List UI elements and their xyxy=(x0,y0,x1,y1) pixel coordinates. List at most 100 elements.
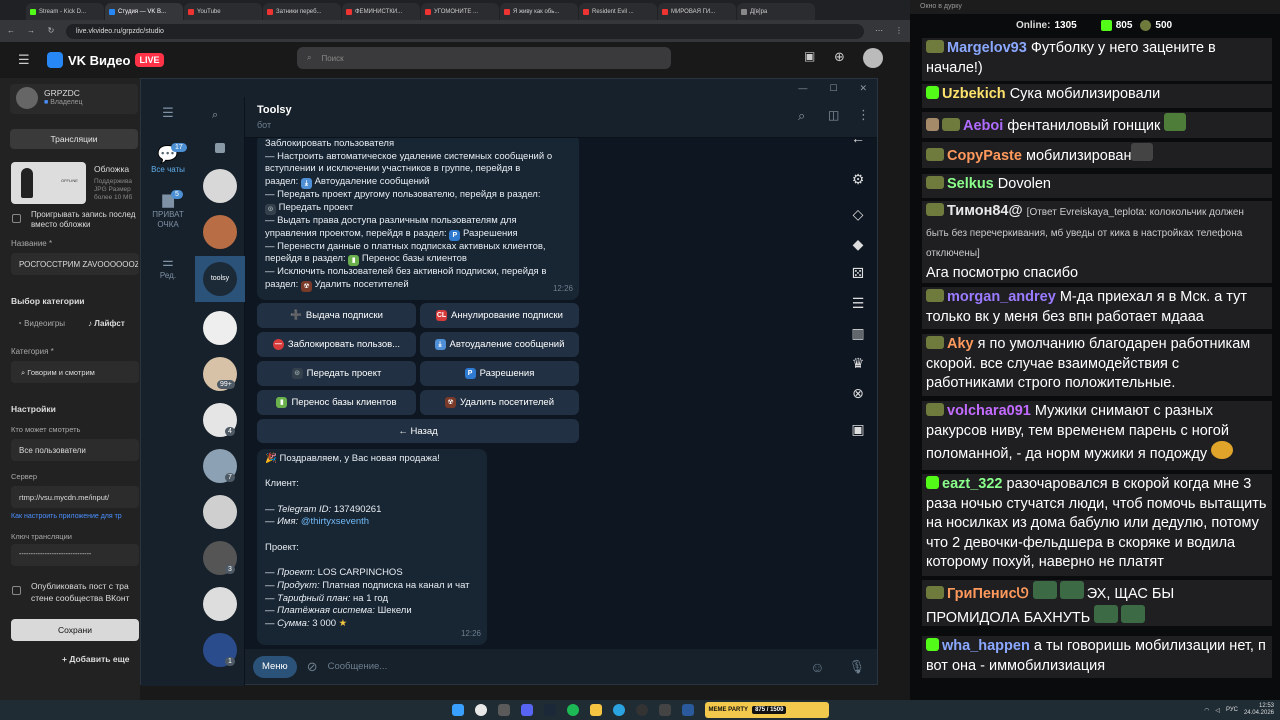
gear-icon[interactable]: ⚙ xyxy=(846,167,870,191)
browser-tab[interactable]: YouTube xyxy=(184,3,262,20)
address-bar[interactable]: live.vkvideo.ru/grpzdc/studio xyxy=(66,23,864,39)
bot-menu-button[interactable]: Меню xyxy=(253,655,297,678)
hamburger-menu-icon[interactable]: ☰ xyxy=(141,105,195,121)
steam-icon[interactable] xyxy=(543,704,556,716)
chat-username[interactable]: Aky xyxy=(947,336,974,352)
chat-avatar[interactable] xyxy=(203,169,237,203)
close-circle-icon[interactable]: ⊗ xyxy=(846,381,870,405)
trophy-icon[interactable]: ♛ xyxy=(846,351,870,375)
chat-username[interactable]: CopyPaste xyxy=(947,148,1022,164)
telegram-icon[interactable] xyxy=(612,704,625,716)
more-icon[interactable]: ⋮ xyxy=(857,107,870,123)
browser-tab[interactable]: Stream - Kick D... xyxy=(26,3,104,20)
browser-menu-icon[interactable]: ⋮ xyxy=(894,26,904,36)
gem-icon[interactable]: ◆ xyxy=(846,232,870,256)
replay-checkbox[interactable] xyxy=(12,214,21,223)
autodelete-button[interactable]: ⤓ Автоудаление сообщений xyxy=(420,332,579,357)
wifi-icon[interactable]: ◠ xyxy=(1204,707,1209,714)
chat-username[interactable]: wha_happen xyxy=(942,638,1030,654)
archive-icon[interactable] xyxy=(215,143,225,153)
maximize-icon[interactable]: ☐ xyxy=(829,83,837,94)
chat-username[interactable]: volchara091 xyxy=(947,403,1031,419)
bar-chart-icon[interactable]: ▥ xyxy=(846,321,870,345)
browser-tab[interactable]: Resident Evil ... xyxy=(579,3,657,20)
browser-tab[interactable]: МИРОВАЯ ГИ... xyxy=(658,3,736,20)
issue-subscription-button[interactable]: ➕ Выдача подписки xyxy=(257,303,416,328)
chat-avatar[interactable] xyxy=(203,495,237,529)
minimize-icon[interactable]: — xyxy=(798,83,807,93)
folder-edit[interactable]: ⚌ Ред. xyxy=(141,253,195,280)
dice-icon[interactable]: ⚄ xyxy=(846,261,870,285)
back-button[interactable]: ← Назад xyxy=(257,419,579,443)
reload-icon[interactable]: ↻ xyxy=(46,26,56,36)
remove-visitors-button[interactable]: ☢ Удалить посетителей xyxy=(420,390,579,415)
emoji-icon[interactable]: ☺ xyxy=(810,659,824,675)
migrate-clients-button[interactable]: ▮ Перенос базы клиентов xyxy=(257,390,416,415)
meme-party-widget[interactable]: MEME PARTY 875 / 1500 xyxy=(704,702,829,718)
vk-search-input[interactable]: ⌕ Поиск xyxy=(297,47,671,69)
chat-username[interactable]: Selkus xyxy=(947,176,994,192)
chat-title[interactable]: Toolsy xyxy=(257,104,292,116)
app-icon[interactable] xyxy=(497,704,510,716)
chat-avatar[interactable] xyxy=(203,587,237,621)
start-icon[interactable] xyxy=(451,704,464,716)
chat-avatar[interactable] xyxy=(203,215,237,249)
microphone-icon[interactable]: 🎙 xyxy=(848,659,865,675)
browser-tab-active[interactable]: Студия — VK В... xyxy=(105,3,183,20)
chat-avatar[interactable] xyxy=(203,311,237,345)
chat-username[interactable]: eazt_322 xyxy=(942,476,1002,492)
config-help-link[interactable]: Как настроить приложение для тр xyxy=(11,513,122,520)
transfer-project-button[interactable]: ⊙ Передать проект xyxy=(257,361,416,386)
search-icon[interactable]: ⌕ xyxy=(212,109,218,122)
browser-tab[interactable]: ФЕМИНИСТКИ... xyxy=(342,3,420,20)
clock[interactable]: 12:53 24.04.2026 xyxy=(1244,703,1274,717)
search-icon[interactable]: ⌕ xyxy=(798,108,805,124)
forward-icon[interactable]: → xyxy=(26,26,36,36)
vk-video-logo[interactable]: VK Видео LIVE xyxy=(47,52,164,68)
diamond-icon[interactable]: ◇ xyxy=(846,202,870,226)
volume-icon[interactable]: ◁ xyxy=(1215,707,1220,714)
back-icon[interactable]: ← xyxy=(6,26,16,36)
folder-private[interactable]: ▆ ПРИВАТ ОЧКА xyxy=(141,190,195,230)
app-icon[interactable] xyxy=(681,704,694,716)
publish-post-checkbox[interactable] xyxy=(12,586,21,595)
add-icon[interactable]: ⊕ xyxy=(834,49,845,65)
add-more-button[interactable]: + Добавить еще xyxy=(62,654,129,664)
obs-icon[interactable] xyxy=(635,704,648,716)
client-username-link[interactable]: @thirtyxseventh xyxy=(301,516,369,527)
browser-tab[interactable]: Затники переб... xyxy=(263,3,341,20)
permissions-button[interactable]: P Разрешения xyxy=(420,361,579,386)
chat-username[interactable]: Margelov93 xyxy=(947,40,1027,56)
attach-icon[interactable]: ⊘ xyxy=(307,659,318,675)
browser-tab[interactable]: Д[в]ра xyxy=(737,3,815,20)
video-icon[interactable]: ▣ xyxy=(846,417,870,441)
folder-all-chats[interactable]: 💬 Все чаты xyxy=(141,145,195,174)
browser-tab[interactable]: УГОМОНИТЕ ... xyxy=(421,3,499,20)
notifications-icon[interactable]: ▣ xyxy=(804,49,815,63)
browser-tab[interactable]: Я живу как обь... xyxy=(500,3,578,20)
chat-username[interactable]: ГриПенисᘎ xyxy=(947,586,1029,602)
menu-icon[interactable]: ☰ xyxy=(18,52,32,68)
tab-broadcasts[interactable]: Трансляции xyxy=(10,129,138,149)
back-arrow-icon[interactable]: ← xyxy=(846,126,870,150)
spotify-icon[interactable] xyxy=(566,704,579,716)
cancel-subscription-button[interactable]: CL Аннулирование подписки xyxy=(420,303,579,328)
chat-username[interactable]: Aeboi xyxy=(963,118,1003,134)
category-lifestyle-tab[interactable]: ♪ Лайфст xyxy=(88,319,125,328)
sidebar-toggle-icon[interactable]: ◫ xyxy=(828,108,839,122)
message-input[interactable]: Сообщение... xyxy=(328,661,801,672)
folder-icon[interactable] xyxy=(589,704,602,716)
save-button[interactable]: Сохрани xyxy=(11,619,139,641)
chat-username[interactable]: Тимон84@ xyxy=(947,203,1023,219)
app-icon[interactable] xyxy=(658,704,671,716)
block-user-button[interactable]: — Заблокировать пользов... xyxy=(257,332,416,357)
category-games-tab[interactable]: ◔ Видеоигры xyxy=(17,319,65,328)
chrome-icon[interactable] xyxy=(474,704,487,716)
close-icon[interactable]: ✕ xyxy=(859,83,867,94)
extensions-icon[interactable]: ⋯ xyxy=(874,26,884,36)
cover-thumbnail[interactable]: OFFLINE xyxy=(11,162,86,204)
chat-avatar-toolsy[interactable]: toolsy xyxy=(203,262,237,296)
language-indicator[interactable]: РУС xyxy=(1226,707,1238,713)
list-icon[interactable]: ☰ xyxy=(846,291,870,315)
discord-icon[interactable] xyxy=(520,704,533,716)
